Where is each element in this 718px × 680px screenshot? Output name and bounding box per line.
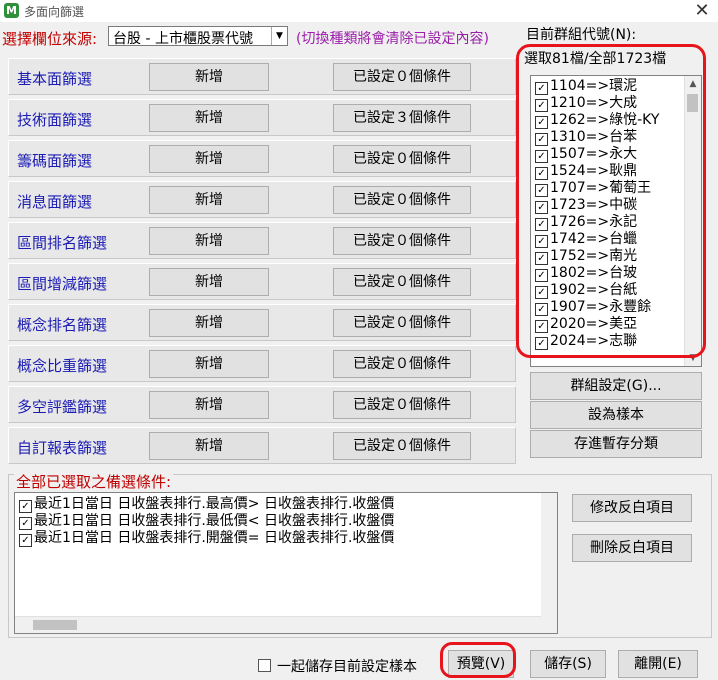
condition-item[interactable]: ✓ 最近1日當日 日收盤表排行.開盤價= 日收盤表排行.收盤價 [19,530,394,547]
preview-highlight-frame [440,642,516,678]
filter-add-button[interactable]: 新增 [149,104,269,132]
group-label: 目前群組代號(N): [526,27,637,43]
filter-count-button[interactable]: 已設定０個條件 [333,268,471,296]
filter-row-range-change: 區間增減篩選 新增 已設定０個條件 [8,263,516,300]
checkbox-icon[interactable] [258,659,271,672]
filter-row-technical: 技術面篩選 新增 已設定３個條件 [8,99,516,136]
set-sample-button[interactable]: 設為樣本 [530,401,702,429]
save-temp-category-button[interactable]: 存進暫存分類 [530,430,702,458]
filter-add-button[interactable]: 新增 [149,432,269,460]
filter-count-button[interactable]: 已設定０個條件 [333,432,471,460]
filter-label: 消息面篩選 [17,193,93,211]
source-note: (切換種類將會清除已設定內容) [296,31,489,47]
conditions-vscrollbar[interactable] [541,493,557,617]
condition-item[interactable]: ✓ 最近1日當日 日收盤表排行.最高價> 日收盤表排行.收盤價 [19,496,394,513]
source-select-value: 台股 - 上市櫃股票代號 [113,31,253,47]
filter-row-news: 消息面篩選 新增 已設定０個條件 [8,181,516,218]
filter-label: 概念比重篩選 [17,357,108,375]
filter-row-concept-rank: 概念排名篩選 新增 已設定０個條件 [8,304,516,341]
filter-label: 技術面篩選 [17,111,93,129]
filter-count-button[interactable]: 已設定０個條件 [333,145,471,173]
group-highlight-frame [516,44,706,358]
filter-count-button[interactable]: 已設定０個條件 [333,63,471,91]
filter-count-button[interactable]: 已設定０個條件 [333,391,471,419]
filter-count-button[interactable]: 已設定３個條件 [333,104,471,132]
filter-add-button[interactable]: 新增 [149,186,269,214]
filter-row-range-rank: 區間排名篩選 新增 已設定０個條件 [8,222,516,259]
save-sample-option[interactable]: 一起儲存目前設定樣本 [258,656,417,676]
condition-item[interactable]: ✓ 最近1日當日 日收盤表排行.最低價< 日收盤表排行.收盤價 [19,513,394,530]
filter-add-button[interactable]: 新增 [149,309,269,337]
edit-highlighted-button[interactable]: 修改反白項目 [572,494,692,522]
filter-add-button[interactable]: 新增 [149,350,269,378]
filter-count-button[interactable]: 已設定０個條件 [333,350,471,378]
filter-row-fundamental: 基本面篩選 新增 已設定０個條件 [8,58,516,95]
filter-row-bull-bear: 多空評鑑篩選 新增 已設定０個條件 [8,386,516,423]
source-select[interactable]: 台股 - 上市櫃股票代號 ▼ [108,26,288,47]
filter-row-custom-report: 自訂報表篩選 新增 已設定０個條件 [8,427,516,464]
filter-count-button[interactable]: 已設定０個條件 [333,309,471,337]
leave-button[interactable]: 離開(E) [618,650,698,678]
filter-row-concept-weight: 概念比重篩選 新增 已設定０個條件 [8,345,516,382]
filter-label: 概念排名篩選 [17,316,108,334]
filter-label: 自訂報表篩選 [17,439,108,457]
filter-label: 區間增減篩選 [17,275,108,293]
filter-add-button[interactable]: 新增 [149,268,269,296]
source-label: 選擇欄位來源: [2,30,98,48]
scroll-corner [541,617,557,633]
app-icon: M [4,3,19,18]
filter-add-button[interactable]: 新增 [149,227,269,255]
close-icon[interactable]: ✕ [690,0,714,21]
checkbox-icon[interactable]: ✓ [19,534,32,547]
scroll-thumb[interactable] [33,620,77,630]
filter-label: 區間排名篩選 [17,234,108,252]
delete-highlighted-button[interactable]: 刪除反白項目 [572,534,692,562]
title-bar [0,0,718,22]
filter-add-button[interactable]: 新增 [149,63,269,91]
checkbox-icon[interactable]: ✓ [19,500,32,513]
conditions-label: 全部已選取之備選條件: [14,471,174,492]
window-title: 多面向篩選 [24,5,85,19]
checkbox-icon[interactable]: ✓ [19,517,32,530]
filter-label: 基本面篩選 [17,70,93,88]
conditions-hscrollbar[interactable] [15,616,541,633]
filter-add-button[interactable]: 新增 [149,391,269,419]
filter-label: 多空評鑑篩選 [17,398,108,416]
conditions-list[interactable]: ✓ 最近1日當日 日收盤表排行.最高價> 日收盤表排行.收盤價 ✓ 最近1日當日 日… [14,492,558,634]
chevron-down-icon[interactable]: ▼ [271,27,287,45]
group-settings-button[interactable]: 群組設定(G)... [530,372,702,400]
filter-label: 籌碼面篩選 [17,152,93,170]
filter-row-chips: 籌碼面篩選 新增 已設定０個條件 [8,140,516,177]
save-button[interactable]: 儲存(S) [530,650,606,678]
filter-add-button[interactable]: 新增 [149,145,269,173]
filter-count-button[interactable]: 已設定０個條件 [333,186,471,214]
filter-count-button[interactable]: 已設定０個條件 [333,227,471,255]
